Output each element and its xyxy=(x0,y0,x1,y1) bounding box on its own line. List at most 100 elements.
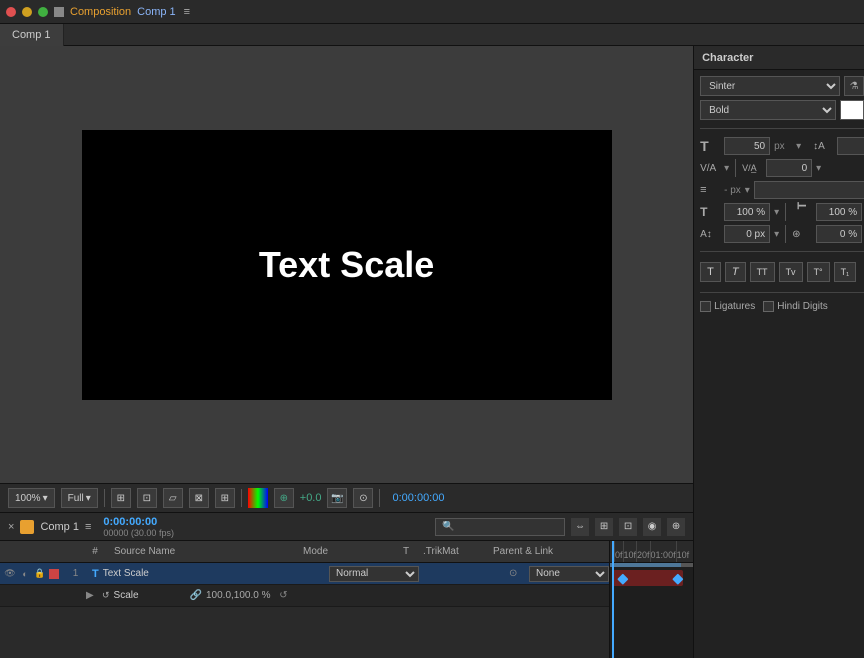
scale-h-arrow[interactable]: ▾ xyxy=(774,207,779,218)
keyframe1[interactable] xyxy=(617,574,628,585)
timeline-search-input[interactable] xyxy=(435,518,565,536)
ruler-mark-1m: 01:00f xyxy=(650,541,676,562)
style-btn-T-sub[interactable]: T₁ xyxy=(834,262,857,282)
size-row: T px ▾ ↕A px ▾ xyxy=(700,137,864,155)
kerning-arrow[interactable]: ▾ xyxy=(724,163,729,174)
minimize-icon[interactable] xyxy=(22,7,32,17)
composition-label: Composition xyxy=(70,6,131,18)
ruler-mark-10: 10f xyxy=(623,541,637,562)
baseline-icon: A↕ xyxy=(700,229,720,240)
layer-track-row2 xyxy=(610,589,693,611)
tracking2-fill xyxy=(754,181,864,199)
panel-icon xyxy=(54,7,64,17)
scale-h-input[interactable] xyxy=(724,203,770,221)
tracking-icon: V/A̲ xyxy=(742,163,762,173)
crop-icon-btn[interactable]: ▱ xyxy=(163,488,183,508)
leading-input[interactable] xyxy=(837,137,864,155)
style-btn-Tv[interactable]: Tv xyxy=(779,262,803,282)
separator3 xyxy=(379,489,380,507)
link-icon-sub: 🔗 xyxy=(190,590,202,601)
label-icon[interactable] xyxy=(49,569,59,579)
eyedropper-btn[interactable]: ⚗ xyxy=(844,76,864,96)
tracking2-label: - px xyxy=(724,185,741,196)
exposure-btn[interactable]: ⊕ xyxy=(274,488,294,508)
style-btn-T[interactable]: T xyxy=(700,262,721,282)
timeline-tools-btn1[interactable]: ⇔ xyxy=(571,518,589,536)
timeline-timecode: 0:00:00:00 xyxy=(103,516,174,528)
grid-btn[interactable]: ⊞ xyxy=(215,488,235,508)
resolution-icon-btn[interactable]: ⊡ xyxy=(137,488,157,508)
style-btn-TT[interactable]: TT xyxy=(750,262,775,282)
color-swatch-btn[interactable] xyxy=(248,488,268,508)
baseline-arrow[interactable]: ▾ xyxy=(774,229,779,240)
checkboxes-row: Ligatures Hindi Digits xyxy=(700,301,864,312)
style-btn-T-super[interactable]: T° xyxy=(807,262,830,282)
ruler-mark-0: 0f xyxy=(614,541,623,562)
kerning-icon: V/A xyxy=(700,163,720,174)
lock-icon[interactable]: 🔒 xyxy=(34,568,46,580)
zoom-dropdown[interactable]: 100% ▾ xyxy=(8,488,55,508)
scale-v-icon: T xyxy=(795,202,809,222)
tracking-arrow[interactable]: ▾ xyxy=(816,163,821,174)
top-bar: Composition Comp 1 ≡ xyxy=(0,0,864,24)
timeline-body: # Source Name Mode T .TrikMat Parent & L… xyxy=(0,541,693,658)
expand-icon[interactable]: ▶ xyxy=(86,590,102,601)
tracking2-arrow[interactable]: ▾ xyxy=(745,185,750,196)
tsf-input[interactable] xyxy=(816,225,862,243)
timeline-close-icon[interactable]: × xyxy=(8,521,14,533)
font-style-row: Bold xyxy=(700,100,864,120)
sub-layer-name: Scale xyxy=(110,590,190,601)
style-btn-T-italic[interactable]: T xyxy=(725,262,746,282)
col-source-name: Source Name xyxy=(110,546,299,557)
col-trikmat: .TrikMat xyxy=(419,546,489,557)
timeline-track-area[interactable]: 0f 10f 20f 01:00f 10f xyxy=(610,541,693,658)
timeline-menu-icon[interactable]: ≡ xyxy=(85,521,91,533)
comp-tab[interactable]: Comp 1 xyxy=(0,24,64,46)
close-icon[interactable] xyxy=(6,7,16,17)
font-size-input[interactable] xyxy=(724,137,770,155)
timeline-tools-btn3[interactable]: ⊡ xyxy=(619,518,637,536)
playhead-top[interactable] xyxy=(612,541,614,562)
comp-menu-icon[interactable]: ≡ xyxy=(184,6,190,18)
ligatures-checkbox[interactable] xyxy=(700,301,711,312)
snapshot-btn[interactable]: 📷 xyxy=(327,488,347,508)
timeline-fps: 00000 (30.00 fps) xyxy=(103,528,174,538)
separator2 xyxy=(241,489,242,507)
addnum-label: +0.0 xyxy=(300,492,322,504)
fit-icon-btn[interactable]: ⊞ xyxy=(111,488,131,508)
viewer-controls: 100% ▾ Full ▾ ⊞ ⊡ ▱ ⊠ ⊞ ⊕ +0.0 📷 ⊙ 0:00:… xyxy=(0,483,693,513)
maximize-icon[interactable] xyxy=(38,7,48,17)
scale-v-input[interactable] xyxy=(816,203,862,221)
hindi-digits-text: Hindi Digits xyxy=(777,301,828,312)
col-parent: Parent & Link xyxy=(489,546,609,557)
safe-zones-btn[interactable]: ⊠ xyxy=(189,488,209,508)
layer-eye-icons: 👁 ◐ 🔒 xyxy=(0,568,63,580)
font-family-select[interactable]: Sinter xyxy=(700,76,840,96)
timeline-tools-btn5[interactable]: ⊕ xyxy=(667,518,685,536)
layer-parent-select[interactable]: None xyxy=(529,566,609,582)
baseline-divider xyxy=(785,225,786,243)
fill-swatch[interactable] xyxy=(840,100,864,120)
timeline-tools-btn4[interactable]: ◉ xyxy=(643,518,661,536)
canvas-text: Text Scale xyxy=(259,244,434,286)
layer-mode-select[interactable]: Normal xyxy=(329,566,419,582)
baseline-input[interactable] xyxy=(724,225,770,243)
left-panel: Text Scale 100% ▾ Full ▾ ⊞ ⊡ ▱ ⊠ ⊞ ⊕ +0.… xyxy=(0,46,693,658)
scale-value: 100.0,100.0 % xyxy=(202,590,275,601)
timeline-tools-btn2[interactable]: ⊞ xyxy=(595,518,613,536)
font-size-arrow[interactable]: ▾ xyxy=(796,141,801,152)
character-panel: Character ≡ Sinter ⚗ Bold xyxy=(693,46,864,658)
tsf-icon: ⊛ xyxy=(792,229,812,240)
solo-icon[interactable]: ◐ xyxy=(19,568,31,580)
snapshot-view-btn[interactable]: ⊙ xyxy=(353,488,373,508)
table-row: ▶ ↺ Scale 🔗 100.0,100.0 % ↺ xyxy=(0,585,609,607)
hindi-digits-checkbox[interactable] xyxy=(763,301,774,312)
font-style-select[interactable]: Bold xyxy=(700,100,836,120)
quality-dropdown[interactable]: Full ▾ xyxy=(61,488,98,508)
eye-icon[interactable]: 👁 xyxy=(4,568,16,580)
keyframe2[interactable] xyxy=(672,574,683,585)
sub-cycle-icon: ↺ xyxy=(275,590,293,601)
ligatures-text: Ligatures xyxy=(714,301,755,312)
table-row[interactable]: 👁 ◐ 🔒 1 T Text Scale Normal xyxy=(0,563,609,585)
tracking-input[interactable] xyxy=(766,159,812,177)
